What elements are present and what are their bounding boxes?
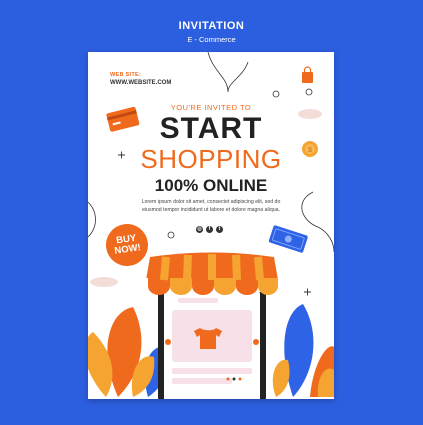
squiggle-line-left (88, 201, 96, 238)
squiggle-line (207, 52, 249, 93)
small-circle (167, 231, 175, 239)
plant-right (272, 304, 334, 397)
invited-text: YOU'RE INVITED TO (170, 103, 252, 112)
header-subtitle: E - Commerce (187, 35, 236, 44)
website-url[interactable]: WWW.WEBSITE.COM (110, 80, 171, 86)
body-text: Lorem ipsum dolor sit amet, consectet ad… (141, 199, 281, 213)
shop-awning (146, 252, 278, 295)
instagram-icon[interactable]: ◎ (196, 226, 203, 233)
shopping-bag-icon (302, 66, 313, 83)
squiggle-line-right (301, 191, 334, 253)
phone-illustration (158, 277, 266, 399)
banknote-icon (268, 225, 308, 253)
headline-shopping: SHOPPING (140, 144, 282, 174)
invitation-flyer: $ WEB SITE: WWW.WEBSITE.COM YOU'RE INVIT… (88, 52, 334, 399)
small-circle (272, 90, 280, 98)
cloud (90, 277, 118, 287)
facebook-icon[interactable]: f (206, 226, 213, 233)
headline-start: START (159, 112, 263, 145)
header-title: INVITATION (178, 20, 245, 32)
headline-online: 100% ONLINE (154, 176, 268, 195)
small-circle (305, 88, 313, 96)
social-icons: ◎ f t (196, 226, 223, 233)
plant-left (88, 307, 169, 397)
twitter-icon[interactable]: t (216, 226, 223, 233)
plus-icon (304, 288, 311, 296)
website-label: WEB SITE: (110, 72, 142, 78)
